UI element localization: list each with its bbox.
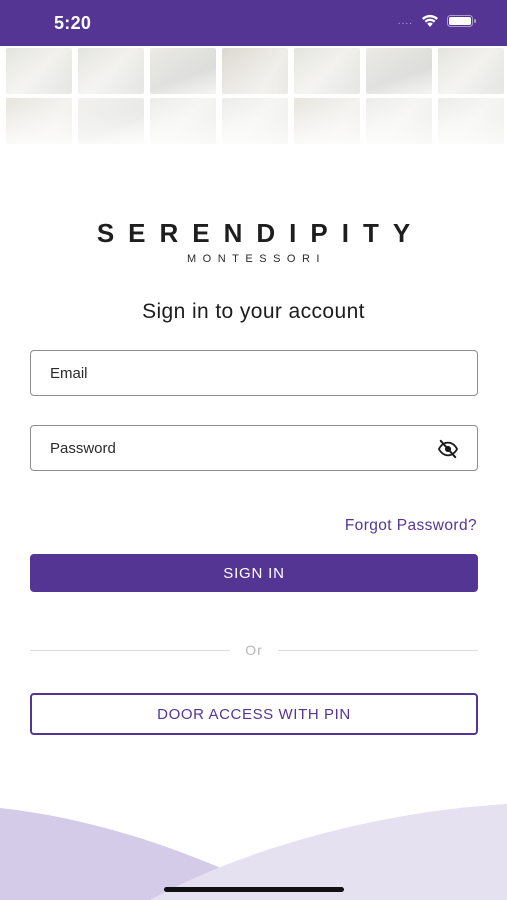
battery-icon [447,15,476,27]
header-photo-collage [0,46,507,158]
logo-subtitle: MONTESSORI [187,253,326,265]
eye-off-icon[interactable] [437,439,459,459]
divider-line-right [278,650,478,651]
signal-icon: .... [397,15,413,27]
status-icons: .... [398,14,477,28]
email-input[interactable] [31,351,477,395]
decorative-waves [0,804,507,900]
brand-logo: SERENDIPITY MONTESSORI [0,218,507,265]
status-time: 5:20 [54,13,92,33]
wifi-icon [422,14,438,27]
forgot-password-link[interactable]: Forgot Password? [345,517,477,535]
status-bar: 5:20 .... [0,0,507,46]
password-field [30,425,478,471]
page-title: Sign in to your account [142,300,365,323]
door-access-pin-button[interactable]: DOOR ACCESS WITH PIN [30,693,478,735]
sign-in-button[interactable]: SIGN IN [30,554,478,592]
photo-fade-overlay [0,46,507,158]
email-field [30,350,478,396]
logo-wordmark: SERENDIPITY [96,218,425,248]
password-input[interactable] [31,426,477,470]
home-indicator[interactable] [164,887,344,892]
or-divider: Or [30,641,478,661]
